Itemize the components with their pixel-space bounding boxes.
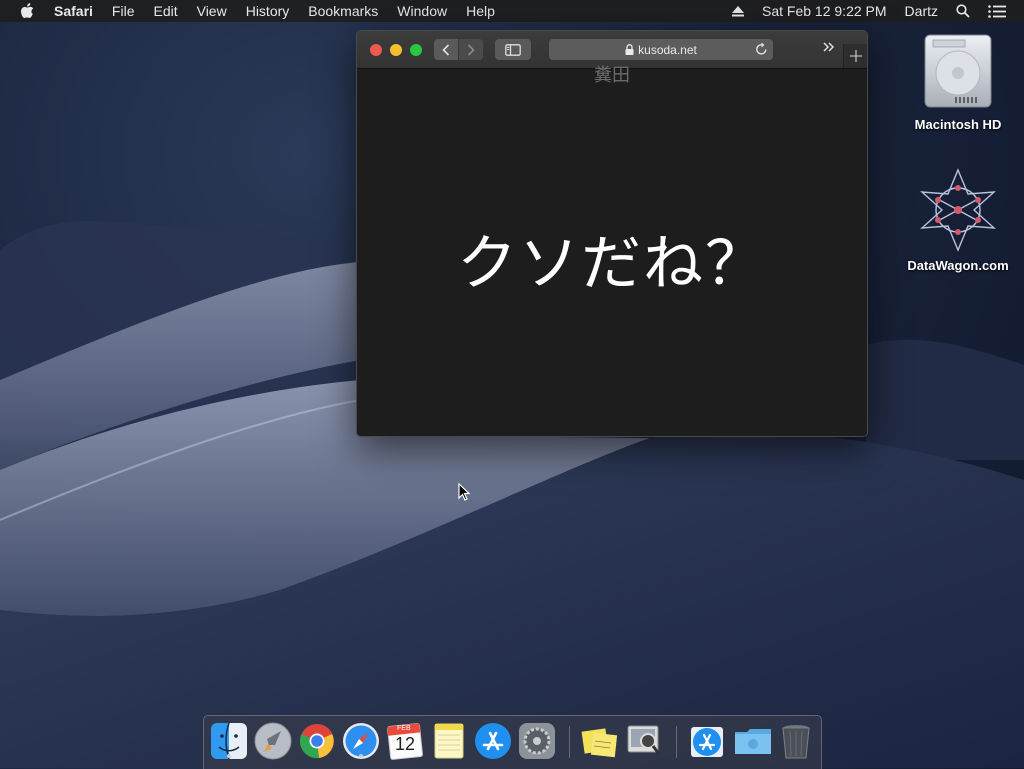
stickies-icon — [581, 728, 618, 758]
running-indicator — [227, 754, 231, 758]
folder-icon — [735, 729, 771, 754]
calendar-day: 12 — [395, 734, 416, 754]
dock-separator — [676, 726, 677, 758]
menu-bookmarks[interactable]: Bookmarks — [308, 3, 378, 19]
menu-edit[interactable]: Edit — [153, 3, 177, 19]
sidebar-icon — [505, 43, 521, 56]
notification-center-icon[interactable] — [988, 4, 1006, 18]
dock-chrome[interactable] — [298, 722, 336, 760]
url-text: kusoda.net — [638, 42, 697, 57]
desktop-icon-datawagon[interactable]: DataWagon.com — [903, 168, 1013, 273]
dock-safari[interactable] — [342, 722, 380, 760]
dock-preview[interactable] — [624, 722, 662, 760]
notes-icon — [434, 723, 464, 759]
preview-icon — [627, 725, 661, 755]
launchpad-icon — [254, 722, 292, 760]
menu-history[interactable]: History — [246, 3, 290, 19]
dock-folder[interactable] — [733, 722, 771, 760]
menubar-clock[interactable]: Sat Feb 12 9:22 PM — [762, 3, 887, 19]
dock-separator — [569, 726, 570, 758]
safari-window: kusoda.net 糞田 クソだね？ — [356, 30, 868, 437]
gear-icon — [519, 723, 555, 759]
address-bar[interactable]: kusoda.net — [549, 39, 773, 60]
spotlight-search-icon[interactable] — [956, 4, 970, 18]
dock-finder[interactable] — [210, 722, 248, 760]
trash-icon — [782, 725, 810, 759]
dock-stickies[interactable] — [580, 722, 618, 760]
reload-icon[interactable] — [755, 42, 768, 59]
chevron-right-icon — [467, 43, 475, 56]
dock-app-store[interactable] — [474, 722, 512, 760]
dock-calendar[interactable]: FEB 12 — [386, 722, 424, 760]
chrome-icon — [299, 724, 334, 759]
dock-app-store-stack[interactable] — [688, 722, 726, 760]
menu-bar: Safari File Edit View History Bookmarks … — [0, 0, 1024, 22]
dock-trash[interactable] — [777, 722, 815, 760]
sidebar-toggle-button[interactable] — [495, 39, 531, 60]
desktop-icon-label: DataWagon.com — [907, 258, 1009, 273]
lock-icon — [625, 44, 634, 55]
menu-view[interactable]: View — [197, 3, 227, 19]
menu-app-name[interactable]: Safari — [54, 3, 93, 19]
minimize-window-button[interactable] — [390, 44, 402, 56]
page-faded-heading: 糞田 — [594, 65, 630, 86]
desktop-icon-macintosh-hd[interactable]: Macintosh HD — [903, 33, 1013, 132]
dock-launchpad[interactable] — [254, 722, 292, 760]
page-main-text: クソだね？ — [457, 229, 767, 299]
apple-icon[interactable] — [20, 3, 36, 19]
datawagon-icon — [916, 168, 1000, 252]
close-window-button[interactable] — [370, 44, 382, 56]
back-button[interactable] — [434, 39, 458, 60]
dock: FEB 12 — [203, 715, 822, 769]
menu-help[interactable]: Help — [466, 3, 495, 19]
menu-window[interactable]: Window — [397, 3, 447, 19]
web-content: 糞田 クソだね？ — [357, 65, 867, 436]
mouse-cursor-icon — [458, 483, 470, 501]
zoom-window-button[interactable] — [410, 44, 422, 56]
chevron-left-icon — [442, 43, 450, 56]
forward-button[interactable] — [459, 39, 483, 60]
menubar-user[interactable]: Dartz — [905, 3, 938, 19]
menu-file[interactable]: File — [112, 3, 135, 19]
calendar-month: FEB — [397, 725, 411, 732]
running-indicator — [359, 754, 363, 758]
desktop-icon-label: Macintosh HD — [914, 117, 1002, 132]
eject-icon[interactable] — [732, 5, 745, 17]
app-store-icon — [475, 723, 511, 759]
overflow-chevrons-icon[interactable] — [823, 40, 835, 55]
hard-drive-icon — [921, 33, 995, 111]
dock-notes[interactable] — [430, 722, 468, 760]
app-store-icon — [691, 727, 723, 757]
dock-system-preferences[interactable] — [518, 722, 556, 760]
